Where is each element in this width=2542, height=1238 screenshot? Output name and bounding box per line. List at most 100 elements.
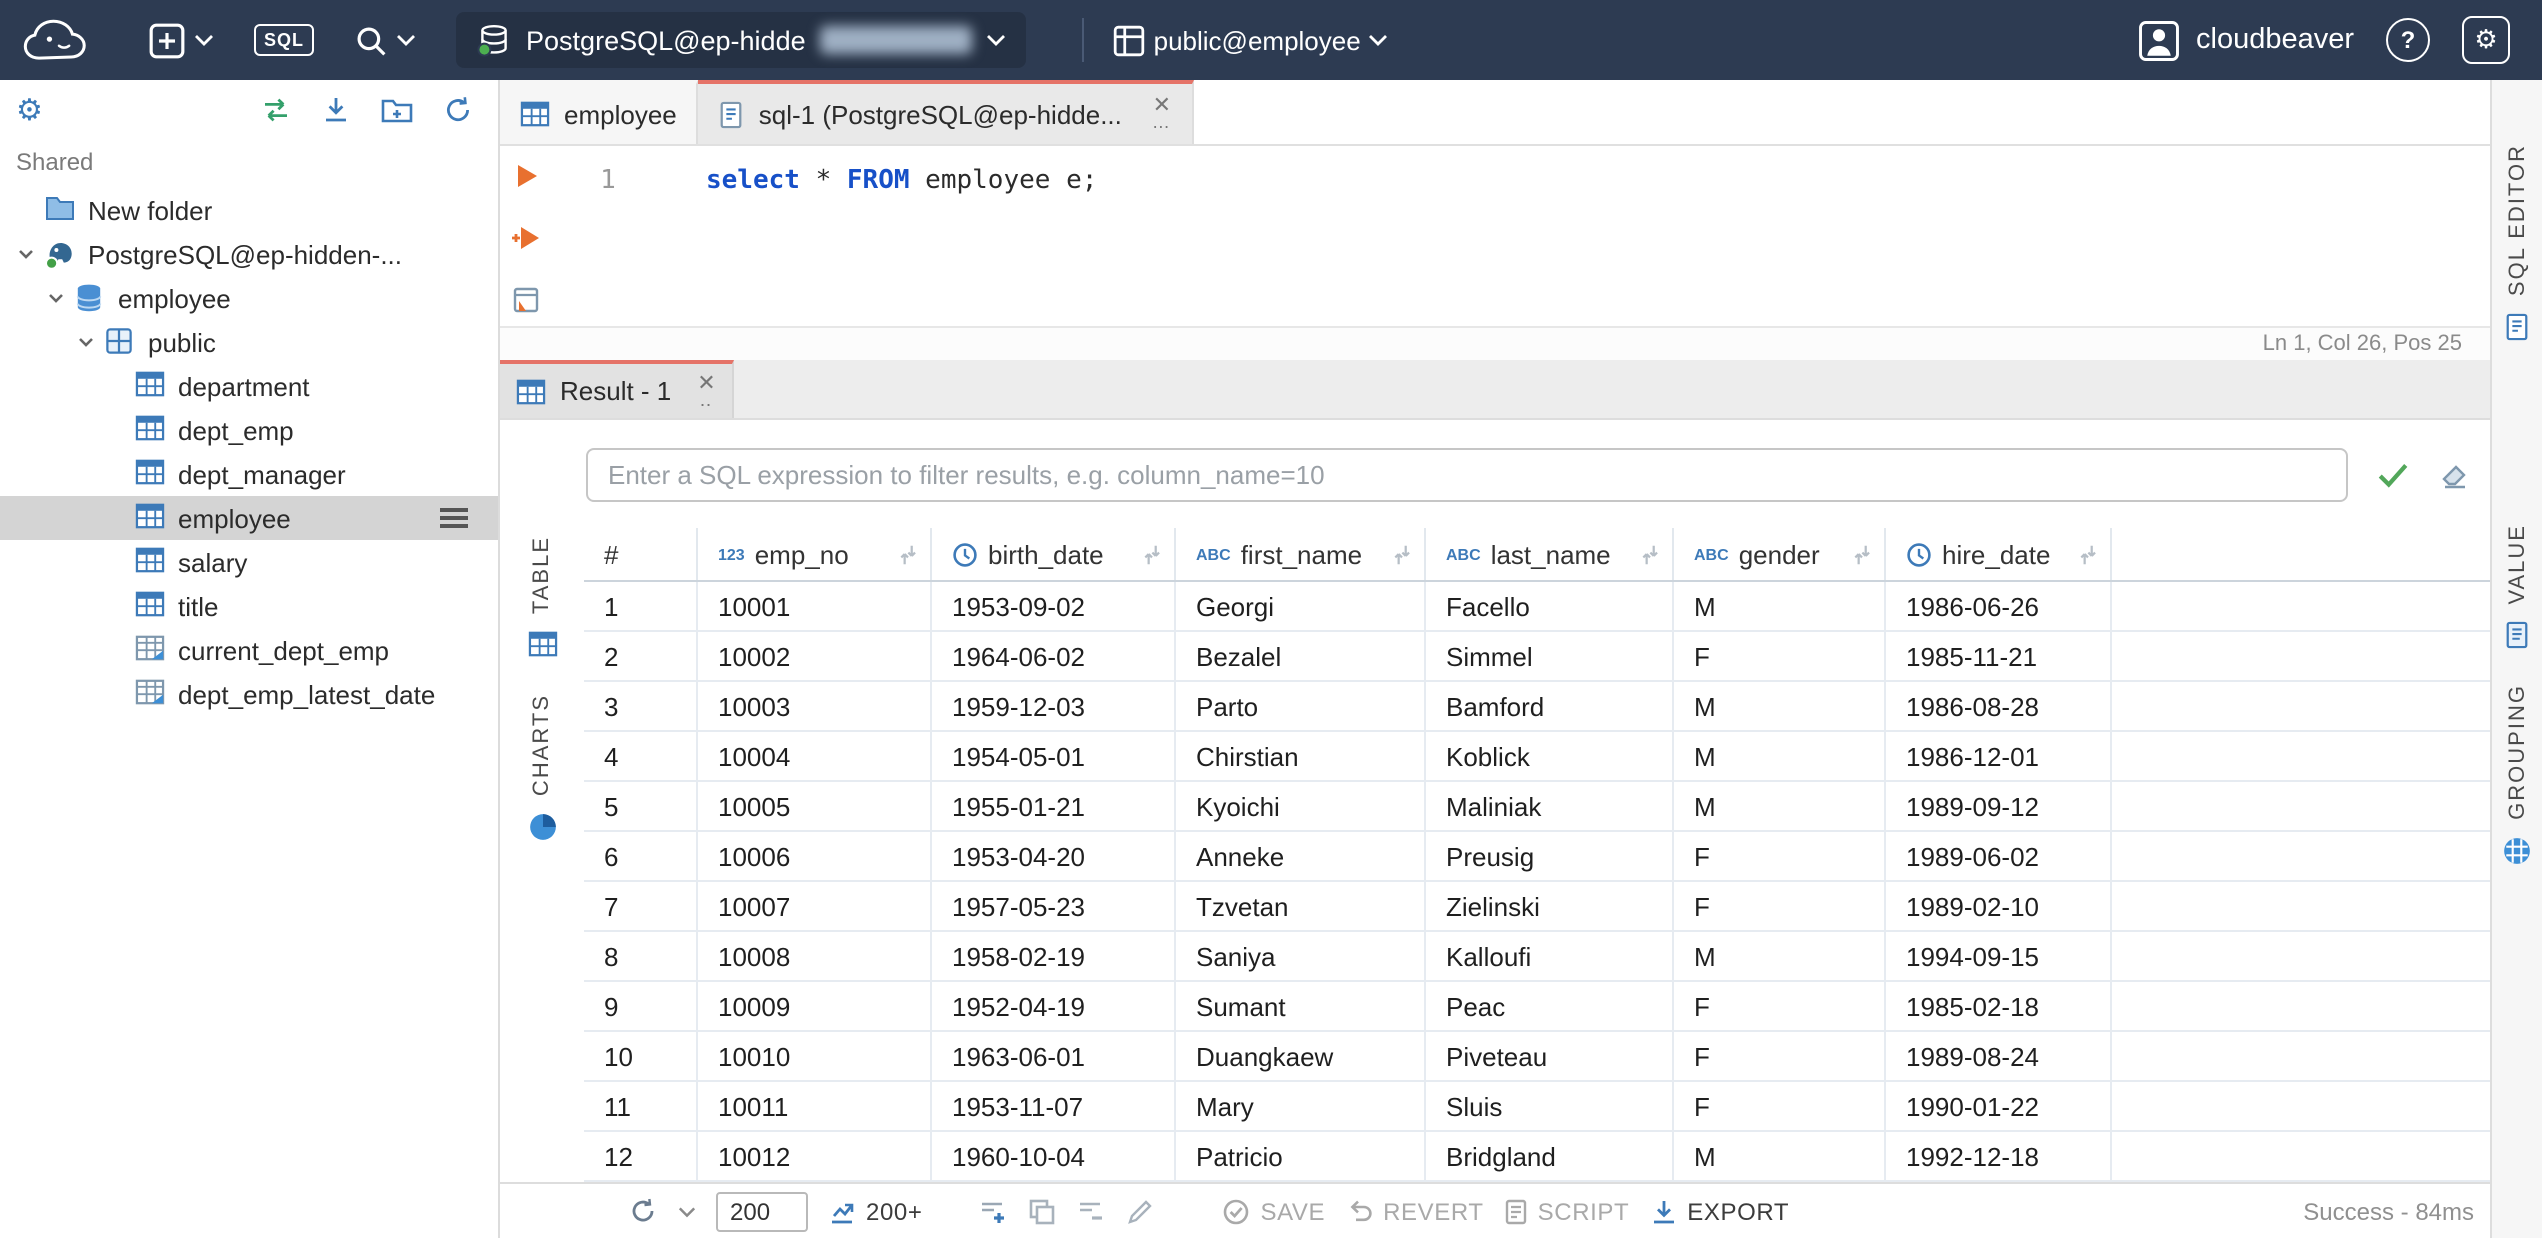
sql-editor[interactable]: 1 select * FROM employee e; Ln 1, Col 26… xyxy=(500,146,2490,360)
grid-cell[interactable]: M xyxy=(1674,1132,1886,1180)
grid-cell[interactable]: F xyxy=(1674,832,1886,880)
grid-cell[interactable]: M xyxy=(1674,732,1886,780)
grid-cell[interactable]: Tzvetan xyxy=(1176,882,1426,930)
grid-cell[interactable]: Koblick xyxy=(1426,732,1674,780)
grid-cell[interactable]: Zielinski xyxy=(1426,882,1674,930)
new-object-button[interactable] xyxy=(148,21,214,59)
row-index[interactable]: 5 xyxy=(584,782,698,830)
row-index[interactable]: 8 xyxy=(584,932,698,980)
grid-cell[interactable]: M xyxy=(1674,932,1886,980)
grid-cell[interactable]: Facello xyxy=(1426,582,1674,630)
tab-sql-1[interactable]: sql-1 (PostgreSQL@ep-hidde... ✕ … xyxy=(698,80,1194,144)
grid-cell[interactable]: 10003 xyxy=(698,682,932,730)
grid-cell[interactable]: 1989-06-02 xyxy=(1886,832,2112,880)
tree-item-employee[interactable]: employee xyxy=(0,496,498,540)
grid-cell[interactable]: Maliniak xyxy=(1426,782,1674,830)
tree-item-dept_manager[interactable]: dept_manager xyxy=(0,452,498,496)
grid-cell[interactable]: 10004 xyxy=(698,732,932,780)
grid-cell[interactable]: 1960-10-04 xyxy=(932,1132,1176,1180)
row-index[interactable]: 9 xyxy=(584,982,698,1030)
save-button[interactable]: SAVE xyxy=(1222,1197,1325,1225)
column-header-hire_date[interactable]: hire_date xyxy=(1886,528,2112,580)
tree-item-title[interactable]: title xyxy=(0,584,498,628)
row-index[interactable]: 1 xyxy=(584,582,698,630)
grid-cell[interactable]: 1953-09-02 xyxy=(932,582,1176,630)
sort-icon[interactable] xyxy=(1852,541,1872,567)
grid-cell[interactable]: 1953-04-20 xyxy=(932,832,1176,880)
grid-cell[interactable]: Duangkaew xyxy=(1176,1032,1426,1080)
refresh-tree-icon[interactable] xyxy=(442,94,474,126)
grid-cell[interactable]: Sumant xyxy=(1176,982,1426,1030)
grid-cell[interactable]: 1989-02-10 xyxy=(1886,882,2112,930)
connection-search-button[interactable] xyxy=(354,23,416,57)
refresh-result-icon[interactable] xyxy=(628,1196,658,1226)
expand-chevron-icon[interactable] xyxy=(106,682,130,706)
grid-cell[interactable]: 10005 xyxy=(698,782,932,830)
grid-cell[interactable]: 1955-01-21 xyxy=(932,782,1176,830)
sidebar-settings-gear-icon[interactable]: ⚙ xyxy=(16,92,43,128)
delete-row-icon[interactable] xyxy=(1076,1197,1106,1225)
edit-cell-icon[interactable] xyxy=(1126,1197,1154,1225)
tree-item-dept_emp[interactable]: dept_emp xyxy=(0,408,498,452)
grid-cell[interactable]: 1989-09-12 xyxy=(1886,782,2112,830)
grid-cell[interactable]: 1994-09-15 xyxy=(1886,932,2112,980)
grid-cell[interactable]: Anneke xyxy=(1176,832,1426,880)
result-more-icon[interactable]: ‥ xyxy=(699,390,713,408)
grid-cell[interactable]: Bezalel xyxy=(1176,632,1426,680)
duplicate-row-icon[interactable] xyxy=(1028,1197,1056,1225)
grid-cell[interactable]: 10012 xyxy=(698,1132,932,1180)
fetch-size-input[interactable] xyxy=(716,1191,808,1231)
add-row-icon[interactable] xyxy=(978,1197,1008,1225)
grid-cell[interactable]: 1958-02-19 xyxy=(932,932,1176,980)
grid-cell[interactable]: 10009 xyxy=(698,982,932,1030)
grid-cell[interactable]: Piveteau xyxy=(1426,1032,1674,1080)
grid-cell[interactable]: F xyxy=(1674,632,1886,680)
grid-cell[interactable]: Sluis xyxy=(1426,1082,1674,1130)
expand-chevron-icon[interactable] xyxy=(16,242,40,266)
grid-cell[interactable]: M xyxy=(1674,682,1886,730)
expand-chevron-icon[interactable] xyxy=(106,550,130,574)
expand-chevron-icon[interactable] xyxy=(106,462,130,486)
grid-cell[interactable]: 1985-02-18 xyxy=(1886,982,2112,1030)
grid-cell[interactable]: Chirstian xyxy=(1176,732,1426,780)
grid-cell[interactable]: Georgi xyxy=(1176,582,1426,630)
grid-cell[interactable]: Preusig xyxy=(1426,832,1674,880)
grid-cell[interactable]: Mary xyxy=(1176,1082,1426,1130)
sort-icon[interactable] xyxy=(1142,541,1162,567)
grid-cell[interactable]: F xyxy=(1674,982,1886,1030)
grid-cell[interactable]: Bamford xyxy=(1426,682,1674,730)
grid-cell[interactable]: 10007 xyxy=(698,882,932,930)
connection-selector[interactable]: PostgreSQL@ep-hidde xyxy=(456,12,1026,68)
grid-cell[interactable]: 1953-11-07 xyxy=(932,1082,1176,1130)
tree-item-postgresql-ep-hidden-[interactable]: PostgreSQL@ep-hidden-... xyxy=(0,232,498,276)
grid-cell[interactable]: 10008 xyxy=(698,932,932,980)
close-result-icon[interactable]: ✕ xyxy=(697,372,715,394)
grid-cell[interactable]: 10011 xyxy=(698,1082,932,1130)
sync-connections-icon[interactable] xyxy=(260,94,292,126)
column-header-birth_date[interactable]: birth_date xyxy=(932,528,1176,580)
tree-item-employee[interactable]: employee xyxy=(0,276,498,320)
tree-item-public[interactable]: public xyxy=(0,320,498,364)
tab-table-view[interactable]: TABLE xyxy=(527,536,557,658)
tree-item-new-folder[interactable]: New folder xyxy=(0,188,498,232)
grid-cell[interactable]: Kyoichi xyxy=(1176,782,1426,830)
grid-cell[interactable]: M xyxy=(1674,582,1886,630)
grid-cell[interactable]: F xyxy=(1674,882,1886,930)
grid-cell[interactable]: F xyxy=(1674,1032,1886,1080)
row-index[interactable]: 10 xyxy=(584,1032,698,1080)
filter-input[interactable] xyxy=(586,447,2348,501)
execution-plan-icon[interactable] xyxy=(512,286,540,314)
grid-cell[interactable]: 10006 xyxy=(698,832,932,880)
grid-cell[interactable]: 1986-08-28 xyxy=(1886,682,2112,730)
column-header-index[interactable]: # xyxy=(584,528,698,580)
script-button[interactable]: SCRIPT xyxy=(1504,1197,1630,1225)
tree-item-dept_emp_latest_date[interactable]: dept_emp_latest_date xyxy=(0,672,498,716)
expand-chevron-icon[interactable] xyxy=(46,286,70,310)
tree-item-salary[interactable]: salary xyxy=(0,540,498,584)
grid-cell[interactable]: 10010 xyxy=(698,1032,932,1080)
expand-chevron-icon[interactable] xyxy=(106,506,130,530)
expand-chevron-icon[interactable] xyxy=(16,198,40,222)
apply-filter-icon[interactable] xyxy=(2376,459,2410,489)
item-menu-icon[interactable] xyxy=(440,508,468,528)
tree-item-department[interactable]: department xyxy=(0,364,498,408)
